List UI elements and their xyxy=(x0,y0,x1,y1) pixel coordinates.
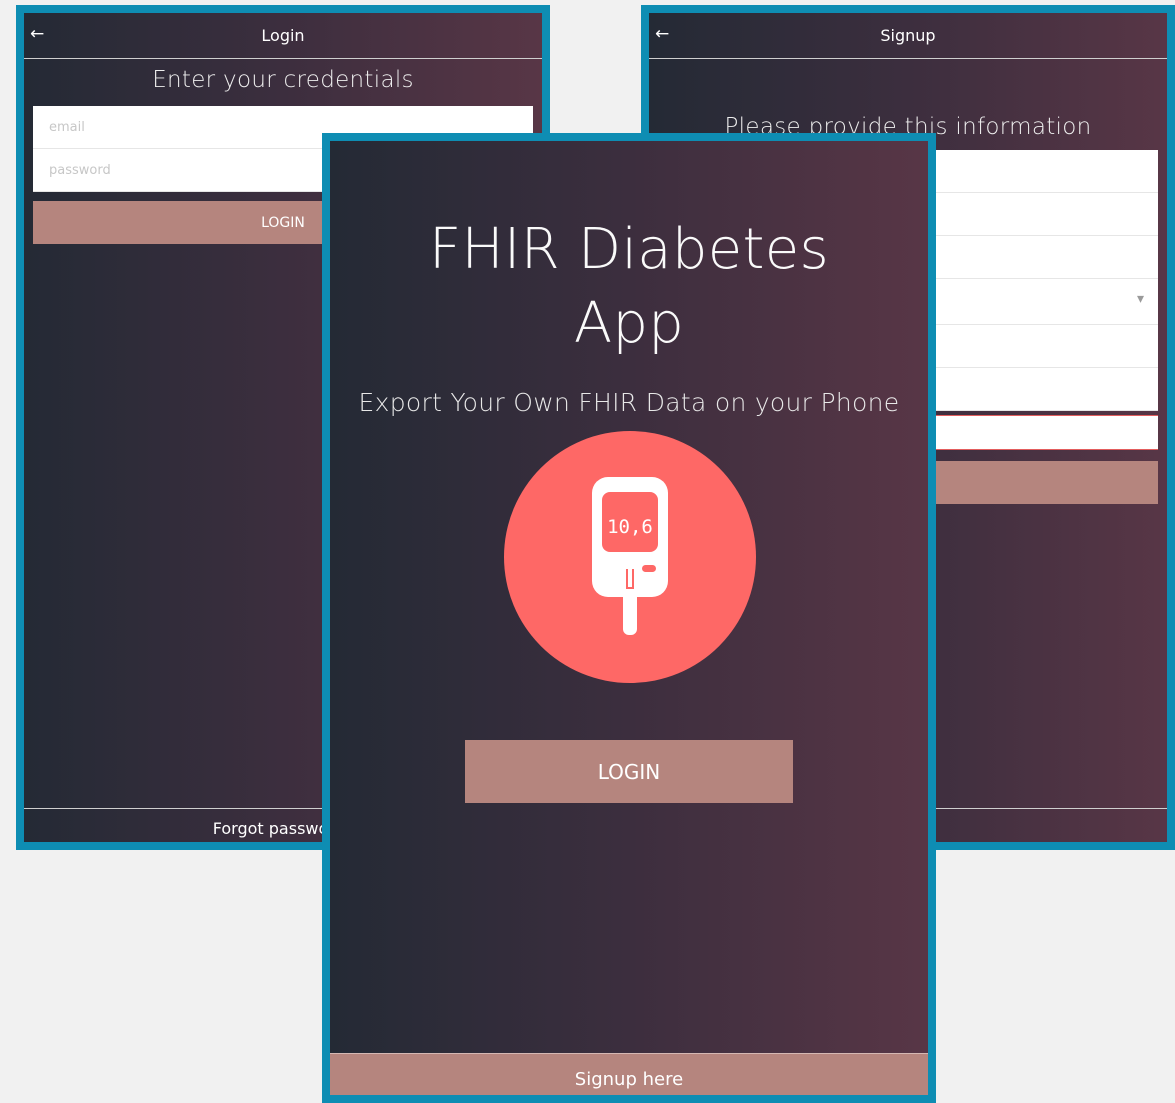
back-arrow-icon[interactable]: ← xyxy=(30,24,44,44)
chevron-down-icon: ▾ xyxy=(1136,291,1144,307)
app-title: FHIR Diabetes App xyxy=(330,213,928,361)
glucose-meter-icon: 10,6 xyxy=(504,431,756,683)
app-subtitle: Export Your Own FHIR Data on your Phone xyxy=(358,388,900,417)
signup-link[interactable]: Signup here xyxy=(330,1053,928,1095)
back-arrow-icon[interactable]: ← xyxy=(655,24,669,44)
signup-header: ← Signup xyxy=(649,13,1167,59)
login-title: Login xyxy=(261,26,305,45)
meter-reading: 10,6 xyxy=(607,516,653,538)
login-heading: Enter your credentials xyxy=(152,67,414,93)
signup-title: Signup xyxy=(880,26,936,45)
login-button[interactable]: LOGIN xyxy=(465,740,793,803)
app-title-line2: App xyxy=(573,291,685,356)
app-title-line1: FHIR Diabetes xyxy=(428,217,830,282)
welcome-screen: FHIR Diabetes App Export Your Own FHIR D… xyxy=(322,133,936,1103)
login-header: ← Login xyxy=(24,13,542,59)
